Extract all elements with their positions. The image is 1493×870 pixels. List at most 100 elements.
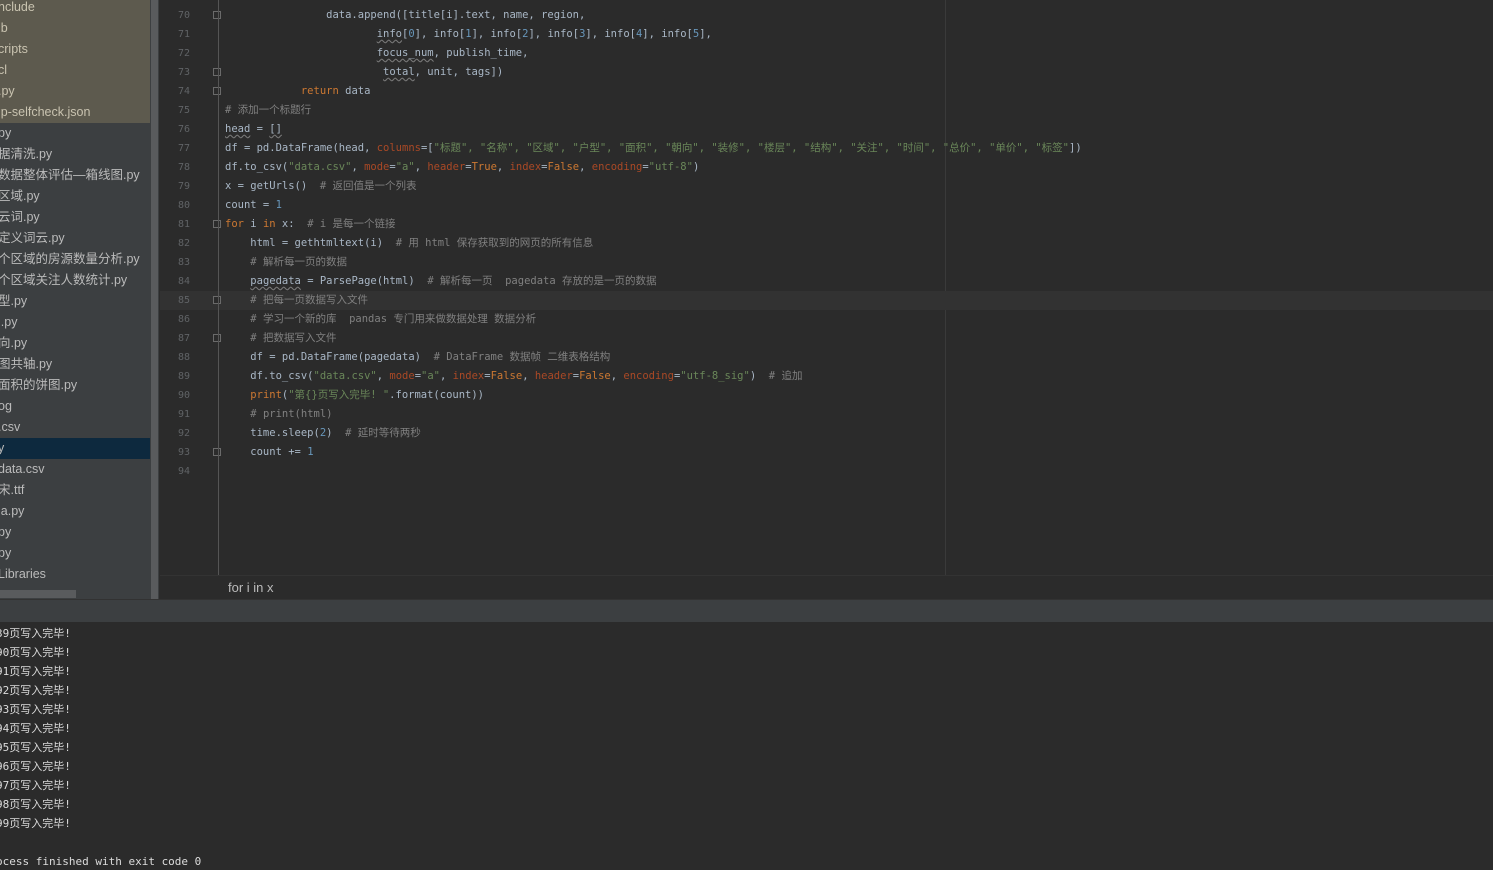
fold-marker-icon[interactable]	[213, 334, 221, 342]
project-tree-item[interactable]: 向.py	[0, 333, 150, 354]
code-line[interactable]: 91 # print(html)	[160, 405, 1493, 424]
code-line[interactable]: 73 total, unit, tags])	[160, 63, 1493, 82]
project-tree-item[interactable]: nclude	[0, 0, 150, 18]
project-tree-item[interactable]: py	[0, 543, 150, 564]
code-line[interactable]: 88 df = pd.DataFrame(pagedata) # DataFra…	[160, 348, 1493, 367]
console-output-line: 99页写入完毕!	[0, 814, 71, 833]
fold-marker-icon[interactable]	[213, 68, 221, 76]
code-line[interactable]: 83 # 解析每一页的数据	[160, 253, 1493, 272]
project-tree-item-label: ib	[0, 21, 8, 35]
fold-marker-icon[interactable]	[213, 296, 221, 304]
project-tree-item[interactable]: data.csv	[0, 459, 150, 480]
project-tree-item[interactable]: 据清洗.py	[0, 144, 150, 165]
fold-marker-icon[interactable]	[213, 87, 221, 95]
project-tree-item[interactable]: 宋.ttf	[0, 480, 150, 501]
code-line[interactable]: 90 print("第{}页写入完毕! ".format(count))	[160, 386, 1493, 405]
code-line[interactable]: 80 count = 1	[160, 196, 1493, 215]
project-tree-item[interactable]: py	[0, 522, 150, 543]
editor-breadcrumb[interactable]: for i in x	[160, 575, 1493, 600]
code-line[interactable]: 82 html = gethtmltext(i) # 用 html 保存获取到的…	[160, 234, 1493, 253]
project-tree-item[interactable]: py	[0, 123, 150, 144]
project-tree-hscrollbar[interactable]	[0, 590, 76, 598]
code-line[interactable]: 84 pagedata = ParsePage(html) # 解析每一页 pa…	[160, 272, 1493, 291]
code-line[interactable]: 75 # 添加一个标题行	[160, 101, 1493, 120]
run-output-console[interactable]: 39页写入完毕! 90页写入完毕! 91页写入完毕! 92页写入完毕! 93页写入完毕!…	[0, 622, 1493, 870]
code-token: True	[471, 161, 497, 173]
project-tree-item[interactable]: ib	[0, 18, 150, 39]
code-token: df.to_csv(	[225, 370, 314, 382]
project-tree-item[interactable]: .py	[0, 81, 150, 102]
code-text: count = 1	[225, 196, 282, 215]
console-output-text: 93页写入完毕!	[0, 703, 71, 716]
project-tree-item-label: og	[0, 399, 12, 413]
code-line[interactable]: 86 # 学习一个新的库 pandas 专门用来做数据处理 数据分析	[160, 310, 1493, 329]
code-token: pagedata	[250, 275, 301, 287]
project-tree-item-label: cl	[0, 63, 8, 77]
project-tree-item[interactable]: 图共轴.py	[0, 354, 150, 375]
console-output-line: ocess finished with exit code 0	[0, 852, 201, 870]
code-editor[interactable]: 70 data.append([title[i].text, name, reg…	[160, 0, 1493, 575]
code-token: # 追加	[768, 370, 803, 382]
code-token: # DataFrame 数据帧 二维表格结构	[433, 351, 611, 363]
fold-marker-icon[interactable]	[213, 220, 221, 228]
project-tree-item[interactable]: ip-selfcheck.json	[0, 102, 150, 123]
code-line[interactable]: 72 focus_num, publish_time,	[160, 44, 1493, 63]
code-line[interactable]: 74 return data	[160, 82, 1493, 101]
code-line[interactable]: 78 df.to_csv("data.csv", mode="a", header…	[160, 158, 1493, 177]
project-tree-item[interactable]: Libraries	[0, 564, 150, 585]
code-token: []	[269, 123, 282, 135]
project-tree-item[interactable]: 型.py	[0, 291, 150, 312]
fold-marker-icon[interactable]	[213, 448, 221, 456]
code-line[interactable]: 81 for i in x: # i 是每一个链接	[160, 215, 1493, 234]
project-tree-item[interactable]: j.py	[0, 312, 150, 333]
line-number: 91	[177, 409, 190, 420]
project-tree-item[interactable]: 面积的饼图.py	[0, 375, 150, 396]
project-tree-item[interactable]: cripts	[0, 39, 150, 60]
code-text: df.to_csv("data.csv", mode="a", index=Fa…	[225, 367, 802, 386]
code-text: df = pd.DataFrame(head, columns=["标题", "…	[225, 139, 1082, 158]
line-number: 79	[177, 181, 190, 192]
code-token: ])	[1069, 142, 1082, 154]
fold-marker-icon[interactable]	[213, 11, 221, 19]
code-line[interactable]: 76 head = []	[160, 120, 1493, 139]
project-tree-item[interactable]: 个区域关注人数统计.py	[0, 270, 150, 291]
code-text: pagedata = ParsePage(html) # 解析每一页 paged…	[225, 272, 656, 291]
console-output-text: 95页写入完毕!	[0, 741, 71, 754]
code-line[interactable]: 70 data.append([title[i].text, name, reg…	[160, 6, 1493, 25]
project-tree-item[interactable]: ia.py	[0, 501, 150, 522]
code-line[interactable]: 77 df = pd.DataFrame(head, columns=["标题",…	[160, 139, 1493, 158]
project-tree-item[interactable]: 区域.py	[0, 186, 150, 207]
line-number: 82	[177, 238, 190, 249]
project-tree-item[interactable]: cl	[0, 60, 150, 81]
code-token: , publish_time,	[433, 47, 529, 59]
code-token: # print(html)	[250, 408, 333, 420]
console-output-text: 92页写入完毕!	[0, 684, 71, 697]
code-line[interactable]: 94	[160, 462, 1493, 481]
code-token: ], info[	[585, 28, 636, 40]
code-line[interactable]: 87 # 把数据写入文件	[160, 329, 1493, 348]
code-line[interactable]: 89 df.to_csv("data.csv", mode="a", index…	[160, 367, 1493, 386]
code-token: ],	[699, 28, 712, 40]
project-tree-item[interactable]: 云词.py	[0, 207, 150, 228]
project-tree-item[interactable]: 数据整体评估—箱线图.py	[0, 165, 150, 186]
project-tree-item[interactable]: og	[0, 396, 150, 417]
code-line[interactable]: 79 x = getUrls() # 返回值是一个列表	[160, 177, 1493, 196]
line-number: 87	[177, 333, 190, 344]
project-tree-item[interactable]: .csv	[0, 417, 150, 438]
code-token: # i 是每一个链接	[307, 218, 396, 230]
project-tree-scrollbar[interactable]	[151, 0, 158, 599]
code-text: df.to_csv("data.csv", mode="a", header=T…	[225, 158, 699, 177]
code-line[interactable]: 93 count += 1	[160, 443, 1493, 462]
project-tree-item[interactable]: 个区域的房源数量分析.py	[0, 249, 150, 270]
code-text: # 把每一页数据写入文件	[225, 291, 368, 310]
code-line[interactable]: 85 # 把每一页数据写入文件	[160, 291, 1493, 310]
code-token: )	[749, 370, 769, 382]
code-line[interactable]: 71 info[0], info[1], info[2], info[3], i…	[160, 25, 1493, 44]
project-tree-item[interactable]: 定义词云.py	[0, 228, 150, 249]
code-line[interactable]: 92 time.sleep(2) # 延时等待两秒	[160, 424, 1493, 443]
project-tree-item[interactable]: y	[0, 438, 150, 459]
code-token: False	[579, 370, 611, 382]
